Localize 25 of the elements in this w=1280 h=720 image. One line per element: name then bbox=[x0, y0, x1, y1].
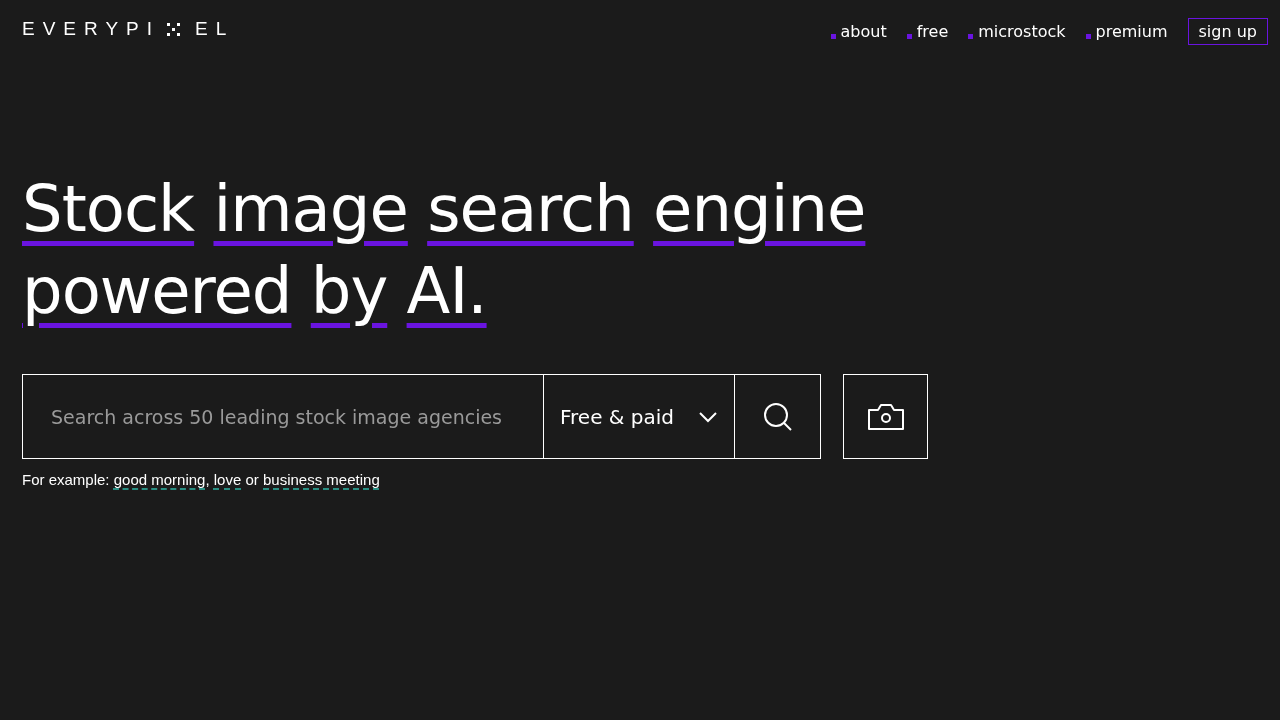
example-searches: For example: good morning, love or business meeting bbox=[22, 471, 381, 488]
headline-word: AI. bbox=[406, 254, 487, 328]
example-link[interactable]: good morning bbox=[113, 471, 206, 488]
example-link[interactable]: business meeting bbox=[263, 471, 380, 488]
search-icon bbox=[761, 400, 794, 433]
sign-up-button[interactable]: sign up bbox=[1187, 17, 1268, 45]
headline-word: powered bbox=[22, 254, 292, 328]
camera-icon bbox=[865, 401, 906, 432]
headline-word: by bbox=[310, 254, 388, 328]
search-button[interactable] bbox=[735, 374, 821, 459]
nav-link[interactable]: free bbox=[906, 21, 949, 41]
headline-word: image bbox=[213, 172, 408, 246]
headline-word: Stock bbox=[22, 172, 195, 246]
nav-link[interactable]: microstock bbox=[968, 21, 1066, 41]
headline-word: engine bbox=[653, 172, 866, 246]
headline-word: search bbox=[427, 172, 634, 246]
nav-link[interactable]: about bbox=[830, 21, 887, 41]
camera-button[interactable] bbox=[843, 374, 928, 459]
nav-link[interactable]: premium bbox=[1085, 21, 1168, 41]
example-link[interactable]: love bbox=[213, 471, 242, 488]
search-field[interactable]: Search across 50 leading stock image agencies bbox=[22, 374, 544, 459]
chevron-down-icon bbox=[698, 410, 718, 423]
pixel-cross-icon bbox=[166, 21, 182, 37]
logo[interactable]: EVERYPI EL bbox=[22, 18, 235, 40]
filter-dropdown[interactable]: Free & paid bbox=[544, 374, 735, 459]
